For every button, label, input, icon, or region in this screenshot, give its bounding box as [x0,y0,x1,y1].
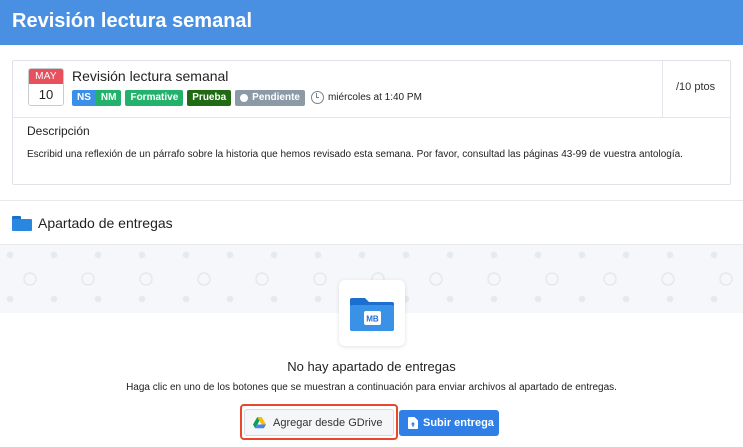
clock-icon [310,91,324,104]
status-badge: Pendiente [235,89,305,106]
folder-icon: MB [350,298,394,331]
due-date: miércoles at 1:40 PM [327,92,422,103]
tag-prueba: Prueba [187,89,232,106]
google-drive-icon [253,416,266,428]
assignment-title: Revisión lectura semanal [72,68,229,84]
divider [0,200,743,201]
status-dot-icon [240,93,249,102]
upload-submission-button[interactable]: Subir entrega [399,410,499,436]
empty-state-title: No hay apartado de entregas [287,359,456,374]
date-day: 10 [29,84,63,105]
upload-button-label: Subir entrega [423,417,494,429]
points-divider [662,61,663,118]
date-badge: MAY 10 [28,68,64,106]
submissions-title: Apartado de entregas [38,215,173,231]
tag-formative: Formative [125,89,184,106]
gdrive-button-label: Agregar desde GDrive [273,416,383,429]
points-label: /10 ptos [676,81,716,93]
date-month: MAY [29,69,63,84]
tag-ns: NS [72,89,96,106]
description-text: Escribid una reflexión de un párrafo sob… [27,149,683,160]
upload-file-icon [408,417,418,429]
status-label: Pendiente [252,91,300,103]
submissions-header: Apartado de entregas [12,213,173,233]
empty-state-message: Haga clic en uno de los botones que se m… [126,382,617,393]
assignment-header: MAY 10 Revisión lectura semanal NS NM Fo… [13,61,730,118]
header-bar: Revisión lectura semanal [0,0,743,45]
description-label: Descripción [27,124,90,138]
folder-badge: MB [366,315,379,324]
assignment-card: MAY 10 Revisión lectura semanal NS NM Fo… [12,60,731,185]
folder-icon [12,215,32,231]
tag-nm: NM [95,89,122,106]
tag-row: NS NM Formative Prueba Pendiente miércol… [72,89,422,106]
add-from-gdrive-button[interactable]: Agregar desde GDrive [244,409,394,436]
page-title: Revisión lectura semanal [12,10,253,32]
empty-state-card: MB [339,280,405,346]
